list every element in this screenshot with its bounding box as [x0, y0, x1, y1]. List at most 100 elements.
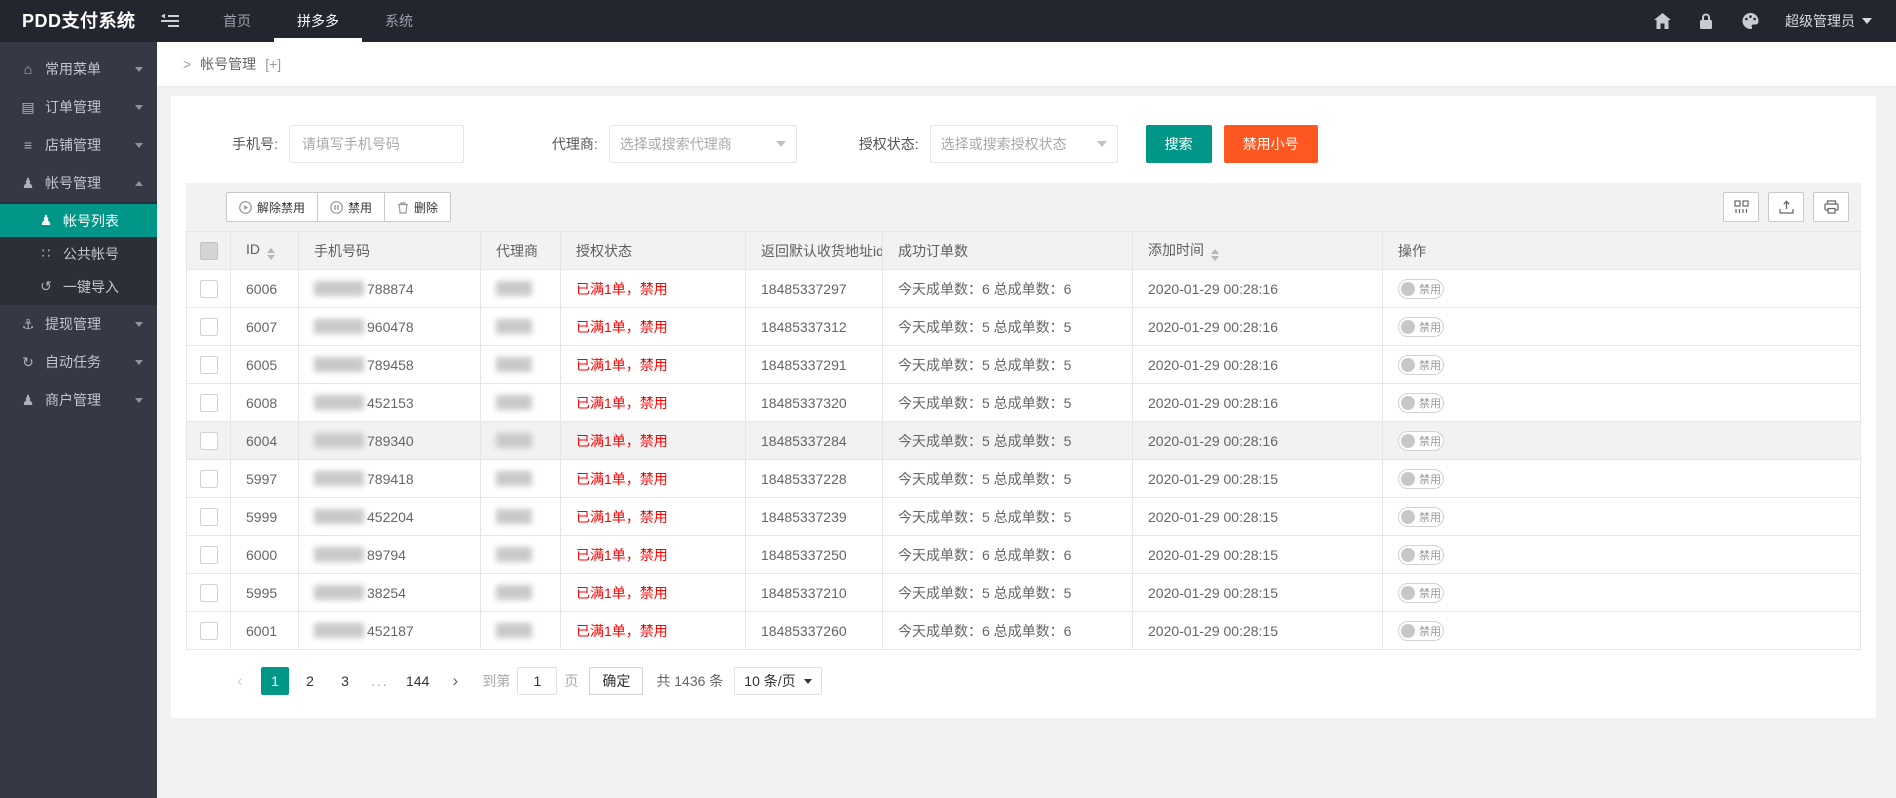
row-checkbox[interactable] [199, 393, 218, 412]
phone-input[interactable] [288, 125, 464, 163]
toggle-label: 禁用 [1419, 283, 1441, 296]
disable-toggle[interactable]: 禁用 [1398, 506, 1444, 527]
auto-task-icon: ↻ [22, 353, 34, 370]
sort-icon[interactable] [1211, 249, 1219, 261]
redacted-phone-prefix [314, 470, 364, 486]
sidebar-item-label: 店铺管理 [45, 137, 101, 153]
export-icon [1778, 200, 1794, 214]
toggle-knob [1401, 547, 1415, 562]
redacted-agent [496, 584, 532, 600]
disable-toggle[interactable]: 禁用 [1398, 468, 1444, 489]
nav-tab[interactable]: 首页 [200, 0, 274, 42]
delete-button[interactable]: 删除 [384, 192, 452, 222]
cell-orders: 今天成单数：5 总成单数：5 [882, 421, 1133, 460]
table-row: 6005 789458 已满1单，禁用 18485337291 今天成单数：5 … [186, 345, 1861, 384]
disable-toggle[interactable]: 禁用 [1398, 544, 1444, 565]
disable-toggle[interactable]: 禁用 [1398, 392, 1444, 413]
row-checkbox[interactable] [199, 469, 218, 488]
row-checkbox[interactable] [199, 431, 218, 450]
sidebar-subitem-label: 帐号列表 [63, 212, 119, 229]
cell-address-id: 18485337228 [745, 459, 883, 498]
row-checkbox[interactable] [199, 545, 218, 564]
page-number[interactable]: 144 [401, 667, 434, 695]
toggle-label: 禁用 [1419, 625, 1441, 638]
redacted-agent [496, 394, 532, 410]
app-logo: PDD支付系统 [22, 11, 136, 31]
ban-button[interactable]: 禁用 [317, 192, 386, 222]
lock-icon[interactable] [1697, 12, 1715, 30]
page-number[interactable]: 2 [296, 667, 324, 695]
search-button[interactable]: 搜索 [1145, 125, 1212, 163]
cell-orders: 今天成单数：6 总成单数：6 [882, 269, 1133, 308]
row-checkbox[interactable] [199, 583, 218, 602]
sort-icon[interactable] [267, 248, 275, 260]
cell-id: 6007 [230, 307, 299, 346]
top-navbar: PDD支付系统 首页 拼多多 系统 超级管理员 [0, 0, 1896, 42]
disable-toggle[interactable]: 禁用 [1398, 430, 1444, 451]
user-menu[interactable]: 超级管理员 [1785, 11, 1872, 31]
page-numbers: 1 2 3... 144 [261, 667, 434, 695]
next-page-button[interactable]: › [441, 667, 469, 695]
disable-toggle[interactable]: 禁用 [1398, 316, 1444, 337]
row-checkbox[interactable] [199, 621, 218, 640]
page-ellipsis: ... [371, 673, 389, 689]
disable-toggle[interactable]: 禁用 [1398, 278, 1444, 299]
auth-status-select[interactable]: 选择或搜索授权状态 [929, 125, 1118, 163]
sidebar-subitem[interactable]: ♟ 帐号列表 [0, 204, 157, 237]
nav-tab[interactable]: 系统 [362, 0, 436, 42]
sidebar-item-withdraw[interactable]: ⚓ 提现管理 [0, 305, 157, 343]
print-button[interactable] [1813, 192, 1849, 222]
sidebar-item-orders[interactable]: ▤ 订单管理 [0, 88, 157, 126]
select-all-checkbox[interactable] [199, 241, 218, 260]
col-auth-status: 授权状态 [560, 231, 746, 270]
disable-toggle[interactable]: 禁用 [1398, 620, 1444, 641]
sidebar-item-home[interactable]: ⌂ 常用菜单 [0, 50, 157, 88]
col-add-time[interactable]: 添加时间 [1132, 231, 1383, 270]
unban-button[interactable]: 解除禁用 [226, 192, 319, 222]
cell-phone-suffix: 960478 [367, 318, 414, 335]
theme-palette-icon[interactable] [1741, 12, 1759, 30]
nav-tab[interactable]: 拼多多 [274, 0, 362, 42]
row-checkbox[interactable] [199, 507, 218, 526]
sidebar-subitem[interactable]: ↺ 一键导入 [0, 270, 157, 303]
disable-small-accounts-button[interactable]: 禁用小号 [1223, 125, 1318, 163]
sidebar-item-account[interactable]: ♟ 帐号管理 [0, 164, 157, 202]
cell-orders: 今天成单数：6 总成单数：6 [882, 611, 1133, 650]
columns-filter-button[interactable] [1723, 192, 1759, 222]
page-number[interactable]: 3 [331, 667, 359, 695]
home-icon[interactable] [1653, 12, 1671, 30]
cell-address-id: 18485337284 [745, 421, 883, 460]
table-row: 6008 452153 已满1单，禁用 18485337320 今天成单数：5 … [186, 383, 1861, 422]
cell-address-id: 18485337320 [745, 383, 883, 422]
cell-orders: 今天成单数：5 总成单数：5 [882, 345, 1133, 384]
agent-select[interactable]: 选择或搜索代理商 [608, 125, 797, 163]
cell-time: 2020-01-29 00:28:16 [1132, 421, 1383, 460]
prev-page-button[interactable]: ‹ [226, 667, 254, 695]
sidebar-subitem[interactable]: ∷ 公共帐号 [0, 237, 157, 270]
export-button[interactable] [1768, 192, 1804, 222]
breadcrumb-add-tab[interactable]: [+] [265, 56, 281, 72]
sidebar-item-shop[interactable]: ≡ 店铺管理 [0, 126, 157, 164]
redacted-phone-prefix [314, 546, 364, 562]
goto-page-input[interactable] [517, 667, 558, 695]
cell-address-id: 18485337260 [745, 611, 883, 650]
table-row: 5997 789418 已满1单，禁用 18485337228 今天成单数：5 … [186, 459, 1861, 498]
cell-auth-status: 已满1单，禁用 [560, 269, 746, 308]
row-checkbox[interactable] [199, 317, 218, 336]
col-id[interactable]: ID [230, 231, 299, 270]
cell-phone-suffix: 789458 [367, 356, 414, 373]
cell-auth-status: 已满1单，禁用 [560, 421, 746, 460]
disable-toggle[interactable]: 禁用 [1398, 582, 1444, 603]
sidebar-item-auto-task[interactable]: ↻ 自动任务 [0, 343, 157, 381]
sidebar-item-label: 提现管理 [45, 316, 101, 332]
accounts-table: ID 手机号码 代理商 授权状态 返回默认收货地址id 成功订单数 添加时间 操… [186, 231, 1861, 650]
row-checkbox[interactable] [199, 355, 218, 374]
page-number[interactable]: 1 [261, 667, 289, 695]
sidebar-collapse-button[interactable] [150, 0, 190, 42]
confirm-page-button[interactable]: 确定 [589, 667, 644, 695]
row-checkbox[interactable] [199, 279, 218, 298]
page-size-select[interactable]: 10 条/页 [734, 667, 822, 695]
disable-toggle[interactable]: 禁用 [1398, 354, 1444, 375]
sidebar-item-merchant[interactable]: ♟ 商户管理 [0, 381, 157, 419]
cell-id: 6005 [230, 345, 299, 384]
